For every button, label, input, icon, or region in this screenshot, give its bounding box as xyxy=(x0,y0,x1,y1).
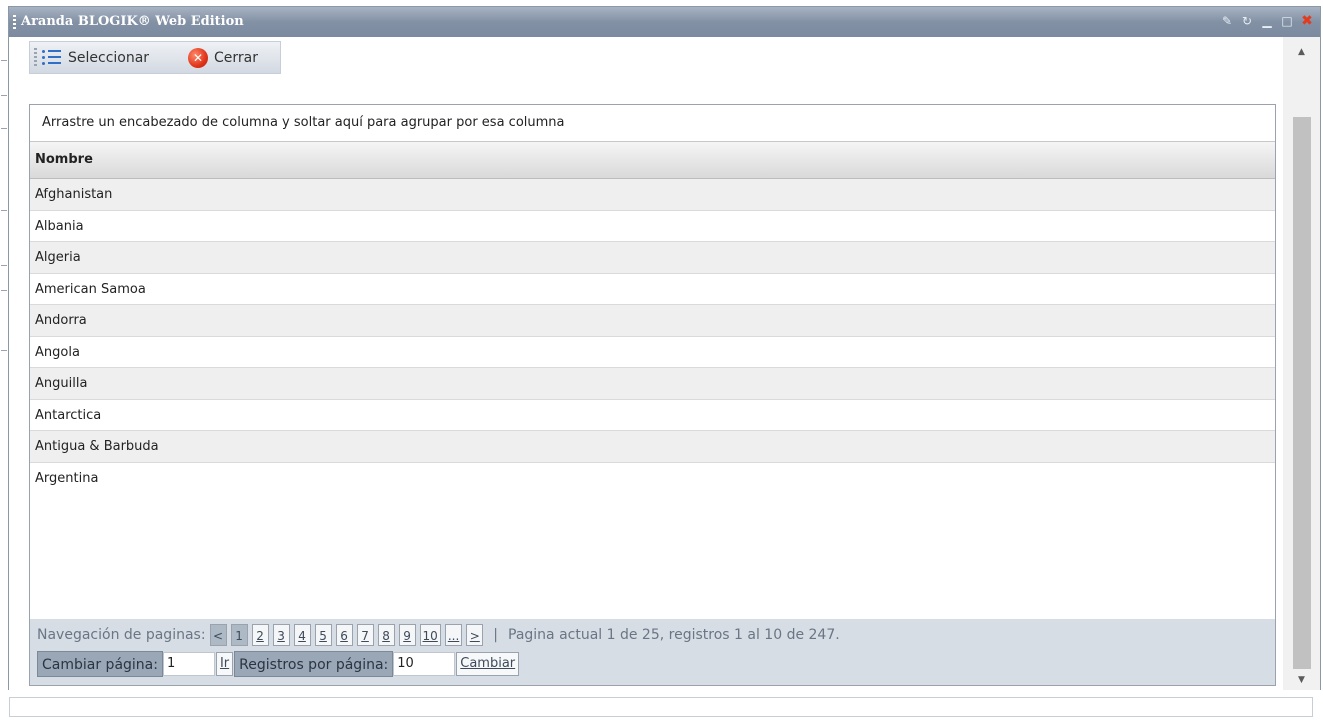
close-icon[interactable]: ✖ xyxy=(1300,14,1314,28)
close-button-label: Cerrar xyxy=(214,50,258,66)
go-button[interactable]: Ir xyxy=(215,652,234,676)
pager-page-9[interactable]: 9 xyxy=(398,624,416,646)
scroll-up-icon[interactable]: ▲ xyxy=(1283,47,1320,57)
pager-page-3[interactable]: 3 xyxy=(272,624,290,646)
pager-nav-label: Navegación de paginas: xyxy=(37,627,206,643)
grid-rows: Afghanistan Albania Algeria American Sam… xyxy=(30,179,1275,494)
refresh-icon[interactable]: ↻ xyxy=(1240,14,1254,28)
window-content: Seleccionar ✕ Cerrar Arrastre un encabez… xyxy=(9,37,1283,690)
select-button-label: Seleccionar xyxy=(68,50,150,66)
table-row[interactable]: Antigua & Barbuda xyxy=(30,431,1275,463)
pager-more-button[interactable]: ... xyxy=(444,624,463,646)
table-row[interactable]: Argentina xyxy=(30,463,1275,495)
maximize-icon[interactable]: □ xyxy=(1280,14,1294,28)
window-controls: ✎ ↻ ▁ □ ✖ xyxy=(1220,14,1314,28)
pager-page-10[interactable]: 10 xyxy=(419,624,441,646)
per-page-input[interactable]: 10 xyxy=(393,652,456,676)
toolbar-grip-icon xyxy=(34,48,37,68)
vertical-scrollbar[interactable]: ▲ ▼ xyxy=(1283,37,1320,690)
table-row[interactable]: Afghanistan xyxy=(30,179,1275,211)
group-panel[interactable]: Arrastre un encabezado de columna y solt… xyxy=(30,105,1275,141)
title-bar[interactable]: Aranda BLOGIK® Web Edition ✎ ↻ ▁ □ ✖ xyxy=(9,7,1320,37)
pager-separator: | xyxy=(493,627,498,643)
background-tick xyxy=(1,95,7,96)
pager-controls: Cambiar página: 1 Ir Registros por págin… xyxy=(37,651,520,677)
change-page-label: Cambiar página: xyxy=(37,651,163,677)
pager-next-button[interactable]: > xyxy=(466,624,484,646)
background-tick xyxy=(1,290,7,291)
pager-page-6[interactable]: 6 xyxy=(335,624,353,646)
change-button[interactable]: Cambiar xyxy=(456,652,520,676)
scroll-down-icon[interactable]: ▼ xyxy=(1283,675,1320,685)
column-header-nombre[interactable]: Nombre xyxy=(30,141,1275,179)
drag-grip-icon[interactable] xyxy=(13,15,16,29)
pager-page-1[interactable]: 1 xyxy=(230,624,248,646)
table-row[interactable]: Andorra xyxy=(30,305,1275,337)
list-icon xyxy=(42,48,62,68)
data-grid: Arrastre un encabezado de columna y solt… xyxy=(29,104,1276,686)
dialog-window: Aranda BLOGIK® Web Edition ✎ ↻ ▁ □ ✖ Sel… xyxy=(8,6,1321,690)
scrollbar-thumb[interactable] xyxy=(1293,117,1311,669)
background-tick xyxy=(1,60,7,61)
pin-icon[interactable]: ✎ xyxy=(1220,14,1234,28)
pager-page-5[interactable]: 5 xyxy=(314,624,332,646)
toolbar: Seleccionar ✕ Cerrar xyxy=(29,41,281,74)
pager-page-8[interactable]: 8 xyxy=(377,624,395,646)
table-row[interactable]: Anguilla xyxy=(30,368,1275,400)
pager-page-4[interactable]: 4 xyxy=(293,624,311,646)
table-row[interactable]: Algeria xyxy=(30,242,1275,274)
table-row[interactable]: Antarctica xyxy=(30,400,1275,431)
close-button[interactable]: ✕ Cerrar xyxy=(188,47,258,69)
background-tick xyxy=(1,265,7,266)
background-tick xyxy=(1,128,7,129)
pager-prev-button[interactable]: < xyxy=(209,624,227,646)
close-circle-icon: ✕ xyxy=(188,48,208,68)
select-button[interactable]: Seleccionar xyxy=(42,47,149,69)
background-tick xyxy=(1,210,7,211)
pager-page-2[interactable]: 2 xyxy=(251,624,269,646)
pager: Navegación de paginas: < 1 2 3 4 5 6 7 8… xyxy=(30,619,1275,685)
pager-summary: Pagina actual 1 de 25, registros 1 al 10… xyxy=(508,627,840,643)
minimize-icon[interactable]: ▁ xyxy=(1260,14,1274,28)
per-page-label: Registros por página: xyxy=(234,651,394,677)
background-tick xyxy=(1,350,7,351)
status-bar xyxy=(9,697,1313,717)
table-row[interactable]: Albania xyxy=(30,211,1275,242)
page-number-input[interactable]: 1 xyxy=(162,652,215,676)
table-row[interactable]: American Samoa xyxy=(30,274,1275,305)
table-row[interactable]: Angola xyxy=(30,337,1275,368)
pager-page-7[interactable]: 7 xyxy=(356,624,374,646)
window-title: Aranda BLOGIK® Web Edition xyxy=(21,14,244,29)
pager-navigation: Navegación de paginas: < 1 2 3 4 5 6 7 8… xyxy=(37,623,840,647)
